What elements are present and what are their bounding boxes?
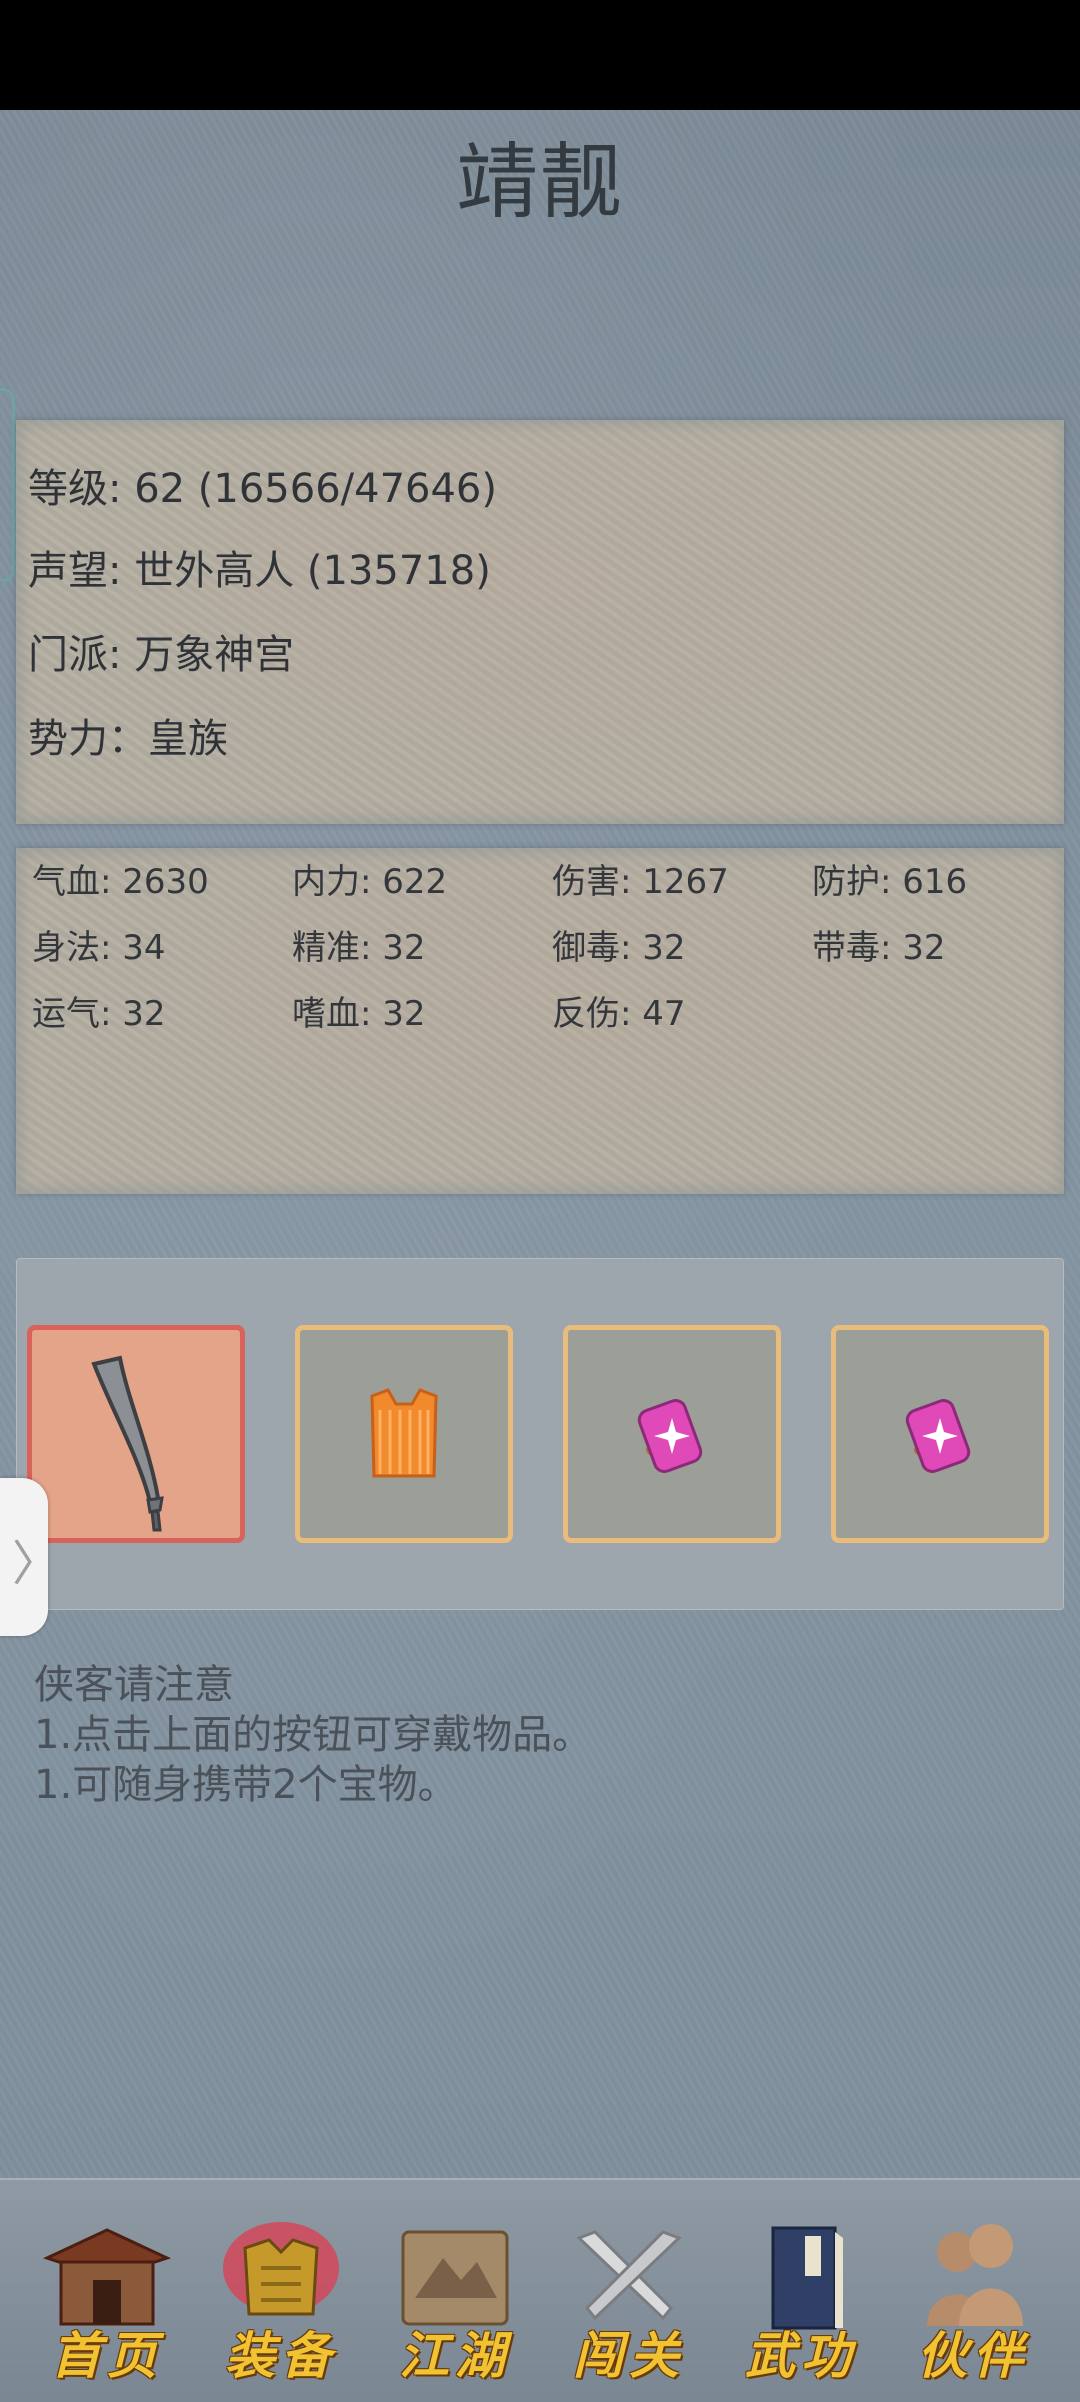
- character-info-panel: 等级: 62 (16566/47646) 声望: 世外高人 (135718) 门…: [16, 420, 1064, 824]
- equip-slot-treasure-2[interactable]: [831, 1325, 1049, 1543]
- nav-home[interactable]: 首页: [22, 2218, 192, 2385]
- equipment-slots-panel: [16, 1258, 1064, 1610]
- sect-text: 门派: 万象神宫: [28, 632, 295, 678]
- equip-slot-treasure-1[interactable]: [563, 1325, 781, 1543]
- nav-companions[interactable]: 伙伴: [888, 2218, 1058, 2385]
- side-edge-notch: [0, 388, 15, 582]
- faction-text: 势力：皇族: [28, 716, 228, 762]
- status-bar: [0, 0, 1080, 110]
- notice-line-2: 1.可随身携带2个宝物。: [34, 1762, 458, 1808]
- stat-luck: 运气: 32: [32, 994, 166, 1034]
- stat-defense: 防护: 616: [812, 862, 968, 902]
- bottom-nav: 首页 装备 江湖 闯关 武功 伙伴: [0, 2178, 1080, 2402]
- nav-equipment-label: 装备: [225, 2326, 337, 2385]
- stat-agility: 身法: 34: [32, 928, 166, 968]
- level-text: 等级: 62 (16566/47646): [28, 466, 497, 512]
- nav-challenge[interactable]: 闯关: [544, 2218, 714, 2385]
- saber-icon: [91, 1355, 164, 1532]
- reputation-text: 声望: 世外高人 (135718): [28, 548, 491, 594]
- equip-slot-weapon[interactable]: [27, 1325, 245, 1543]
- chevron-right-icon: 〉: [12, 1536, 61, 1592]
- treasure-charm-icon: [637, 1399, 703, 1473]
- nav-home-label: 首页: [51, 2326, 163, 2385]
- nav-equipment[interactable]: 装备: [196, 2218, 366, 2385]
- notice-line-1: 1.点击上面的按钮可穿戴物品。: [34, 1712, 593, 1758]
- nav-jianghu[interactable]: 江湖: [370, 2218, 540, 2385]
- nav-challenge-label: 闯关: [573, 2326, 685, 2385]
- nav-martial-arts[interactable]: 武功: [716, 2218, 886, 2385]
- side-drawer-handle[interactable]: 〉: [0, 1478, 60, 1636]
- treasure-charm-icon: [905, 1399, 971, 1473]
- nav-jianghu-label: 江湖: [399, 2326, 511, 2385]
- nav-martial-arts-label: 武功: [745, 2326, 857, 2385]
- stat-reflect: 反伤: 47: [552, 994, 686, 1034]
- stat-lifesteal: 嗜血: 32: [292, 994, 426, 1034]
- stat-hp: 气血: 2630: [32, 862, 209, 902]
- equip-slot-armor[interactable]: [295, 1325, 513, 1543]
- attributes-panel: 气血: 2630 内力: 622 伤害: 1267 防护: 616 身法: 34…: [16, 848, 1064, 1194]
- stat-accuracy: 精准: 32: [292, 928, 426, 968]
- stat-inner-power: 内力: 622: [292, 862, 448, 902]
- stat-damage: 伤害: 1267: [552, 862, 729, 902]
- stat-poison-resist: 御毒: 32: [552, 928, 686, 968]
- notice-title: 侠客请注意: [34, 1662, 234, 1708]
- notice-block: 侠客请注意 1.点击上面的按钮可穿戴物品。 1.可随身携带2个宝物。: [34, 1660, 592, 1810]
- stat-poison: 带毒: 32: [812, 928, 946, 968]
- nav-companions-label: 伙伴: [917, 2326, 1029, 2385]
- page-title: 靖靓: [455, 135, 624, 230]
- armor-vest-icon: [370, 1388, 438, 1478]
